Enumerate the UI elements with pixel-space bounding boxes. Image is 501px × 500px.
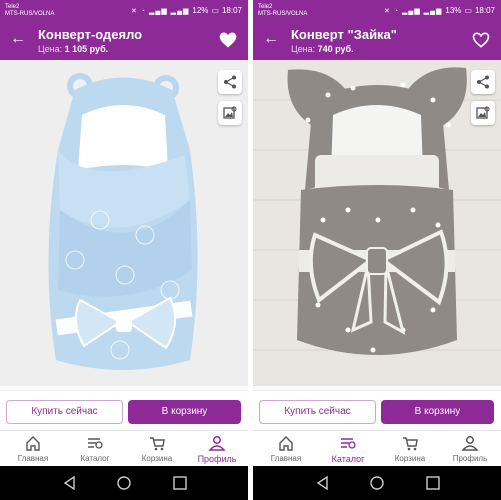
system-recents-icon[interactable] [172,475,188,491]
product-title: Конверт-одеяло [38,27,143,42]
profile-icon [461,436,479,451]
system-back-icon[interactable] [315,475,331,491]
image-search-icon [223,106,237,119]
screenshot-pair: Tele2 MTS-RUS/VOLNA ✕ ◔ ▂▄▆ ▂▄▆ 12% ▭ 18… [0,0,501,500]
action-bar: Купить сейчас В корзину [253,390,501,430]
cart-icon [403,437,418,451]
status-bar: Tele2 MTS-RUS/VOLNA ✕ ◔ ▂▄▆ ▂▄▆ 12% ▭ 18… [0,0,248,22]
nav-cart[interactable]: Корзина [379,431,441,467]
nav-catalog[interactable]: Каталог [317,431,379,467]
profile-icon [208,436,226,451]
nav-cart-label: Корзина [394,454,426,463]
catalog-icon [341,438,356,449]
system-back-icon[interactable] [62,475,78,491]
phone-screen-left: Tele2 MTS-RUS/VOLNA ✕ ◔ ▂▄▆ ▂▄▆ 12% ▭ 18… [0,0,248,500]
nav-profile[interactable]: Профиль [186,431,248,467]
share-icon [224,75,236,89]
image-search-icon [476,106,490,119]
favorite-heart-icon[interactable] [218,30,238,50]
buy-now-button[interactable]: Купить сейчас [6,400,123,424]
buy-now-button[interactable]: Купить сейчас [259,400,376,424]
signal-icons: ✕ ◔ ▂▄▆ ▂▄▆ [131,7,190,15]
clock: 18:07 [474,6,495,15]
carrier-info: Tele2 MTS-RUS/VOLNA [5,4,54,18]
battery-level: 12% [192,6,209,15]
signal-icons: ✕ ◔ ▂▄▆ ▂▄▆ [384,7,443,15]
share-button[interactable] [471,70,495,94]
price-label: Цена: [291,44,316,54]
price-value: 740 руб. [317,44,354,54]
share-icon [477,75,489,89]
carrier-info: Tele2 MTS-RUS/VOLNA [258,4,307,18]
nav-home-label: Главная [270,454,302,463]
battery-icon: ▭ [211,6,219,15]
image-search-button[interactable] [218,101,242,125]
back-arrow-icon[interactable]: ← [262,30,280,48]
nav-profile-label: Профиль [452,454,488,463]
nav-home[interactable]: Главная [255,431,317,467]
nav-catalog[interactable]: Каталог [64,431,126,467]
action-bar: Купить сейчас В корзину [0,390,248,430]
system-navigation-bar [253,466,501,500]
share-button[interactable] [218,70,242,94]
carrier-name-2: MTS-RUS/VOLNA [258,11,308,17]
carrier-name-2: MTS-RUS/VOLNA [5,11,55,17]
nav-cart[interactable]: Корзина [126,431,188,467]
product-price: Цена: 740 руб. [291,44,354,54]
product-price: Цена: 1 105 руб. [38,44,108,54]
phone-screen-right: Tele2 MTS-RUS/VOLNA ✕ ◔ ▂▄▆ ▂▄▆ 13% ▭ 18… [253,0,501,500]
catalog-icon [88,438,103,449]
status-right: ✕ ◔ ▂▄▆ ▂▄▆ 13% ▭ 18:07 [384,6,495,15]
clock: 18:07 [221,6,242,15]
status-bar: Tele2 MTS-RUS/VOLNA ✕ ◔ ▂▄▆ ▂▄▆ 13% ▭ 18… [253,0,501,22]
carrier-name: Tele2 [5,4,20,10]
nav-catalog-label: Каталог [331,454,365,464]
price-value: 1 105 руб. [64,44,109,54]
image-search-button[interactable] [471,101,495,125]
price-label: Цена: [38,44,63,54]
system-recents-icon[interactable] [425,475,441,491]
back-arrow-icon[interactable]: ← [9,30,27,48]
status-right: ✕ ◔ ▂▄▆ ▂▄▆ 12% ▭ 18:07 [131,6,242,15]
app-bar: ← Конверт "Зайка" Цена: 740 руб. [253,22,501,60]
bottom-navigation: Главная Каталог Корзина Профиль [0,430,248,466]
system-navigation-bar [0,466,248,500]
battery-level: 13% [445,6,462,15]
product-title: Конверт "Зайка" [291,27,397,42]
home-icon [279,436,293,451]
product-photo[interactable] [253,60,501,386]
home-icon [26,436,40,451]
nav-profile-label: Профиль [197,454,237,464]
grey-bunny-swaddle-image [253,60,501,386]
nav-profile[interactable]: Профиль [439,431,501,467]
add-to-cart-button[interactable]: В корзину [381,400,494,424]
cart-icon [150,437,165,451]
battery-icon: ▭ [464,6,472,15]
app-bar: ← Конверт-одеяло Цена: 1 105 руб. [0,22,248,60]
blue-swaddle-image [0,60,248,386]
product-photo[interactable] [0,60,248,386]
system-home-icon[interactable] [116,475,132,491]
carrier-name: Tele2 [258,4,273,10]
nav-home-label: Главная [17,454,49,463]
favorite-heart-outline-icon[interactable] [471,30,491,50]
system-home-icon[interactable] [369,475,385,491]
add-to-cart-button[interactable]: В корзину [128,400,241,424]
nav-home[interactable]: Главная [2,431,64,467]
bottom-navigation: Главная Каталог Корзина Профиль [253,430,501,466]
nav-cart-label: Корзина [141,454,173,463]
nav-catalog-label: Каталог [80,454,110,463]
